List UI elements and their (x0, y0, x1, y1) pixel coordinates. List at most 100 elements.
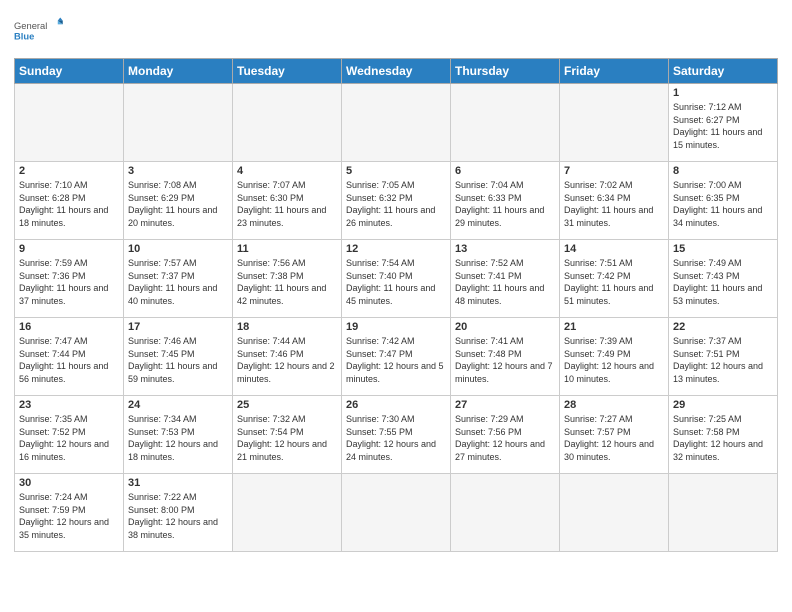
calendar-cell (560, 474, 669, 552)
col-header-friday: Friday (560, 59, 669, 84)
day-number: 16 (19, 321, 119, 333)
day-info: Sunrise: 7:12 AMSunset: 6:27 PMDaylight:… (673, 101, 773, 151)
calendar-cell: 28 Sunrise: 7:27 AMSunset: 7:57 PMDayligh… (560, 396, 669, 474)
calendar-cell: 2Sunrise: 7:10 AMSunset: 6:28 PMDaylight… (15, 162, 124, 240)
day-info: Sunrise: 7:32 AMSunset: 7:54 PMDaylight:… (237, 413, 337, 463)
day-number: 26 (346, 399, 446, 411)
day-info: Sunrise: 7:22 AMSunset: 8:00 PMDaylight:… (128, 491, 228, 541)
calendar-week-row: 30 Sunrise: 7:24 AMSunset: 7:59 PMDayligh… (15, 474, 778, 552)
day-info: Sunrise: 7:44 AMSunset: 7:46 PMDaylight:… (237, 335, 337, 385)
calendar-cell: 17 Sunrise: 7:46 AMSunset: 7:45 PMDayligh… (124, 318, 233, 396)
calendar-cell: 7 Sunrise: 7:02 AMSunset: 6:34 PMDaylight… (560, 162, 669, 240)
calendar-cell: 21 Sunrise: 7:39 AMSunset: 7:49 PMDayligh… (560, 318, 669, 396)
calendar-cell: 19 Sunrise: 7:42 AMSunset: 7:47 PMDayligh… (342, 318, 451, 396)
day-info: Sunrise: 7:59 AMSunset: 7:36 PMDaylight:… (19, 257, 119, 307)
calendar-cell (233, 474, 342, 552)
day-info: Sunrise: 7:47 AMSunset: 7:44 PMDaylight:… (19, 335, 119, 385)
calendar-cell: 29Sunrise: 7:25 AMSunset: 7:58 PMDayligh… (669, 396, 778, 474)
calendar-table: SundayMondayTuesdayWednesdayThursdayFrid… (14, 58, 778, 552)
calendar-cell: 26 Sunrise: 7:30 AMSunset: 7:55 PMDayligh… (342, 396, 451, 474)
day-number: 15 (673, 243, 773, 255)
day-info: Sunrise: 7:08 AMSunset: 6:29 PMDaylight:… (128, 179, 228, 229)
day-number: 7 (564, 165, 664, 177)
day-info: Sunrise: 7:00 AMSunset: 6:35 PMDaylight:… (673, 179, 773, 229)
day-number: 18 (237, 321, 337, 333)
calendar-cell (669, 474, 778, 552)
day-info: Sunrise: 7:57 AMSunset: 7:37 PMDaylight:… (128, 257, 228, 307)
day-info: Sunrise: 7:56 AMSunset: 7:38 PMDaylight:… (237, 257, 337, 307)
day-number: 24 (128, 399, 228, 411)
day-number: 28 (564, 399, 664, 411)
calendar-cell: 13Sunrise: 7:52 AMSunset: 7:41 PMDayligh… (451, 240, 560, 318)
calendar-header-row: SundayMondayTuesdayWednesdayThursdayFrid… (15, 59, 778, 84)
day-number: 25 (237, 399, 337, 411)
calendar-cell (451, 84, 560, 162)
day-number: 13 (455, 243, 555, 255)
calendar-cell: 18 Sunrise: 7:44 AMSunset: 7:46 PMDayligh… (233, 318, 342, 396)
col-header-tuesday: Tuesday (233, 59, 342, 84)
calendar-week-row: 2Sunrise: 7:10 AMSunset: 6:28 PMDaylight… (15, 162, 778, 240)
calendar-cell: 5 Sunrise: 7:05 AMSunset: 6:32 PMDaylight… (342, 162, 451, 240)
calendar-cell: 10 Sunrise: 7:57 AMSunset: 7:37 PMDayligh… (124, 240, 233, 318)
logo-svg: General Blue (14, 10, 64, 50)
calendar-cell: 24 Sunrise: 7:34 AMSunset: 7:53 PMDayligh… (124, 396, 233, 474)
calendar-cell: 30 Sunrise: 7:24 AMSunset: 7:59 PMDayligh… (15, 474, 124, 552)
day-info: Sunrise: 7:04 AMSunset: 6:33 PMDaylight:… (455, 179, 555, 229)
day-info: Sunrise: 7:24 AMSunset: 7:59 PMDaylight:… (19, 491, 119, 541)
col-header-sunday: Sunday (15, 59, 124, 84)
day-info: Sunrise: 7:46 AMSunset: 7:45 PMDaylight:… (128, 335, 228, 385)
calendar-cell: 22Sunrise: 7:37 AMSunset: 7:51 PMDayligh… (669, 318, 778, 396)
day-info: Sunrise: 7:29 AMSunset: 7:56 PMDaylight:… (455, 413, 555, 463)
day-number: 19 (346, 321, 446, 333)
calendar-week-row: 9Sunrise: 7:59 AMSunset: 7:36 PMDaylight… (15, 240, 778, 318)
calendar-cell: 25 Sunrise: 7:32 AMSunset: 7:54 PMDayligh… (233, 396, 342, 474)
day-info: Sunrise: 7:05 AMSunset: 6:32 PMDaylight:… (346, 179, 446, 229)
svg-text:General: General (14, 21, 47, 31)
calendar-cell: 15Sunrise: 7:49 AMSunset: 7:43 PMDayligh… (669, 240, 778, 318)
day-number: 11 (237, 243, 337, 255)
calendar-week-row: 1 Sunrise: 7:12 AMSunset: 6:27 PMDaylight… (15, 84, 778, 162)
day-info: Sunrise: 7:34 AMSunset: 7:53 PMDaylight:… (128, 413, 228, 463)
calendar-cell: 9Sunrise: 7:59 AMSunset: 7:36 PMDaylight… (15, 240, 124, 318)
day-number: 6 (455, 165, 555, 177)
day-info: Sunrise: 7:10 AMSunset: 6:28 PMDaylight:… (19, 179, 119, 229)
day-info: Sunrise: 7:02 AMSunset: 6:34 PMDaylight:… (564, 179, 664, 229)
day-info: Sunrise: 7:51 AMSunset: 7:42 PMDaylight:… (564, 257, 664, 307)
col-header-saturday: Saturday (669, 59, 778, 84)
day-number: 20 (455, 321, 555, 333)
calendar-cell (124, 84, 233, 162)
col-header-thursday: Thursday (451, 59, 560, 84)
day-number: 17 (128, 321, 228, 333)
calendar-cell: 11 Sunrise: 7:56 AMSunset: 7:38 PMDayligh… (233, 240, 342, 318)
day-number: 12 (346, 243, 446, 255)
day-number: 4 (237, 165, 337, 177)
day-number: 23 (19, 399, 119, 411)
day-info: Sunrise: 7:39 AMSunset: 7:49 PMDaylight:… (564, 335, 664, 385)
calendar-cell: 31Sunrise: 7:22 AMSunset: 8:00 PMDayligh… (124, 474, 233, 552)
day-info: Sunrise: 7:42 AMSunset: 7:47 PMDaylight:… (346, 335, 446, 385)
calendar-cell: 14Sunrise: 7:51 AMSunset: 7:42 PMDayligh… (560, 240, 669, 318)
day-number: 5 (346, 165, 446, 177)
day-info: Sunrise: 7:37 AMSunset: 7:51 PMDaylight:… (673, 335, 773, 385)
calendar-cell (233, 84, 342, 162)
calendar-cell: 1 Sunrise: 7:12 AMSunset: 6:27 PMDaylight… (669, 84, 778, 162)
day-info: Sunrise: 7:25 AMSunset: 7:58 PMDaylight:… (673, 413, 773, 463)
day-number: 21 (564, 321, 664, 333)
day-number: 3 (128, 165, 228, 177)
day-info: Sunrise: 7:27 AMSunset: 7:57 PMDaylight:… (564, 413, 664, 463)
calendar-cell: 27Sunrise: 7:29 AMSunset: 7:56 PMDayligh… (451, 396, 560, 474)
day-number: 30 (19, 477, 119, 489)
day-info: Sunrise: 7:07 AMSunset: 6:30 PMDaylight:… (237, 179, 337, 229)
day-number: 1 (673, 87, 773, 99)
day-info: Sunrise: 7:54 AMSunset: 7:40 PMDaylight:… (346, 257, 446, 307)
svg-text:Blue: Blue (14, 31, 34, 41)
calendar-cell: 8Sunrise: 7:00 AMSunset: 6:35 PMDaylight… (669, 162, 778, 240)
day-number: 10 (128, 243, 228, 255)
calendar-cell (15, 84, 124, 162)
calendar-cell (342, 84, 451, 162)
calendar-cell (560, 84, 669, 162)
calendar-cell: 6 Sunrise: 7:04 AMSunset: 6:33 PMDaylight… (451, 162, 560, 240)
day-info: Sunrise: 7:30 AMSunset: 7:55 PMDaylight:… (346, 413, 446, 463)
header: General Blue (14, 10, 778, 50)
calendar-cell: 12 Sunrise: 7:54 AMSunset: 7:40 PMDayligh… (342, 240, 451, 318)
